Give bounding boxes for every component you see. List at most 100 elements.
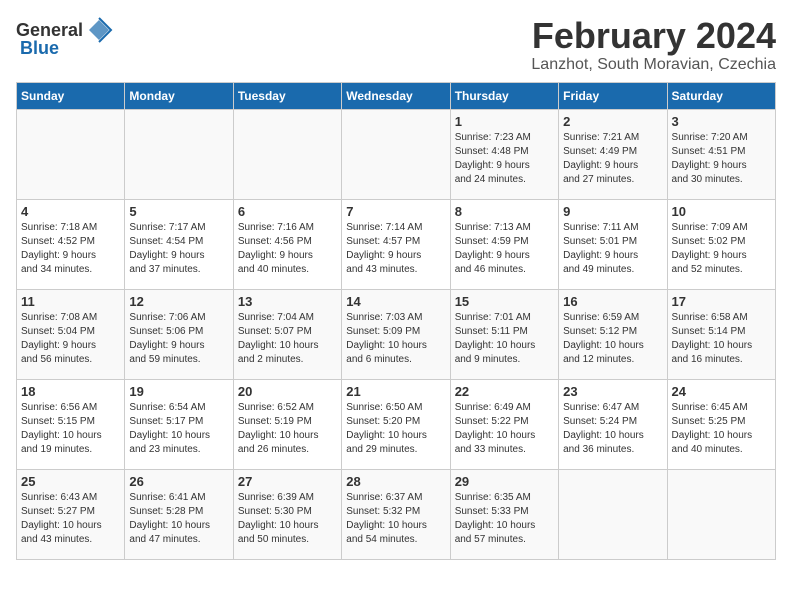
- day-info: Sunrise: 7:18 AM Sunset: 4:52 PM Dayligh…: [21, 221, 120, 277]
- calendar-week-row: 18 Sunrise: 6:56 AM Sunset: 5:15 PM Dayli…: [17, 379, 776, 469]
- calendar-day-cell: 5Sunrise: 7:17 AM Sunset: 4:54 PM Daylig…: [125, 199, 233, 289]
- day-info: Sunrise: 6:50 AM Sunset: 5:20 PM Dayligh…: [346, 401, 445, 457]
- calendar-day-cell: [559, 469, 667, 559]
- calendar-day-cell: [125, 109, 233, 199]
- day-number: 1: [455, 114, 554, 129]
- calendar-table: SundayMondayTuesdayWednesdayThursdayFrid…: [16, 82, 776, 560]
- day-info: Sunrise: 6:35 AM Sunset: 5:33 PM Dayligh…: [455, 491, 554, 547]
- day-number: 23: [563, 384, 662, 399]
- day-info: Sunrise: 7:16 AM Sunset: 4:56 PM Dayligh…: [238, 221, 337, 277]
- day-info: Sunrise: 6:39 AM Sunset: 5:30 PM Dayligh…: [238, 491, 337, 547]
- calendar-header-cell: Tuesday: [233, 82, 341, 109]
- day-number: 17: [672, 294, 771, 309]
- title-block: February 2024 Lanzhot, South Moravian, C…: [531, 16, 776, 74]
- day-number: 8: [455, 204, 554, 219]
- day-number: 2: [563, 114, 662, 129]
- logo-blue-text: Blue: [20, 38, 59, 59]
- day-number: 7: [346, 204, 445, 219]
- calendar-day-cell: 21 Sunrise: 6:50 AM Sunset: 5:20 PM Dayli…: [342, 379, 450, 469]
- day-info: Sunrise: 7:08 AM Sunset: 5:04 PM Dayligh…: [21, 311, 120, 367]
- day-number: 6: [238, 204, 337, 219]
- calendar-day-cell: 23 Sunrise: 6:47 AM Sunset: 5:24 PM Dayli…: [559, 379, 667, 469]
- day-number: 18: [21, 384, 120, 399]
- day-info: Sunrise: 7:23 AM Sunset: 4:48 PM Dayligh…: [455, 131, 554, 187]
- day-number: 16: [563, 294, 662, 309]
- calendar-day-cell: [233, 109, 341, 199]
- day-info: Sunrise: 7:04 AM Sunset: 5:07 PM Dayligh…: [238, 311, 337, 367]
- day-info: Sunrise: 7:09 AM Sunset: 5:02 PM Dayligh…: [672, 221, 771, 277]
- calendar-day-cell: 22Sunrise: 6:49 AM Sunset: 5:22 PM Dayli…: [450, 379, 558, 469]
- day-number: 14: [346, 294, 445, 309]
- calendar-day-cell: 6 Sunrise: 7:16 AM Sunset: 4:56 PM Daylig…: [233, 199, 341, 289]
- page-subtitle: Lanzhot, South Moravian, Czechia: [531, 56, 776, 74]
- calendar-week-row: 25Sunrise: 6:43 AM Sunset: 5:27 PM Dayli…: [17, 469, 776, 559]
- day-number: 28: [346, 474, 445, 489]
- day-number: 11: [21, 294, 120, 309]
- calendar-day-cell: 26 Sunrise: 6:41 AM Sunset: 5:28 PM Dayli…: [125, 469, 233, 559]
- calendar-day-cell: 29Sunrise: 6:35 AM Sunset: 5:33 PM Dayli…: [450, 469, 558, 559]
- calendar-day-cell: 2 Sunrise: 7:21 AM Sunset: 4:49 PM Daylig…: [559, 109, 667, 199]
- day-info: Sunrise: 6:58 AM Sunset: 5:14 PM Dayligh…: [672, 311, 771, 367]
- calendar-day-cell: 20Sunrise: 6:52 AM Sunset: 5:19 PM Dayli…: [233, 379, 341, 469]
- day-number: 21: [346, 384, 445, 399]
- calendar-week-row: 1 Sunrise: 7:23 AM Sunset: 4:48 PM Daylig…: [17, 109, 776, 199]
- calendar-day-cell: 1 Sunrise: 7:23 AM Sunset: 4:48 PM Daylig…: [450, 109, 558, 199]
- calendar-day-cell: 12Sunrise: 7:06 AM Sunset: 5:06 PM Dayli…: [125, 289, 233, 379]
- day-number: 13: [238, 294, 337, 309]
- day-info: Sunrise: 6:41 AM Sunset: 5:28 PM Dayligh…: [129, 491, 228, 547]
- calendar-day-cell: 9 Sunrise: 7:11 AM Sunset: 5:01 PM Daylig…: [559, 199, 667, 289]
- calendar-day-cell: 7 Sunrise: 7:14 AM Sunset: 4:57 PM Daylig…: [342, 199, 450, 289]
- day-info: Sunrise: 7:13 AM Sunset: 4:59 PM Dayligh…: [455, 221, 554, 277]
- header: General Blue February 2024 Lanzhot, Sout…: [16, 16, 776, 74]
- calendar-day-cell: 8 Sunrise: 7:13 AM Sunset: 4:59 PM Daylig…: [450, 199, 558, 289]
- day-number: 26: [129, 474, 228, 489]
- page-title: February 2024: [531, 16, 776, 56]
- calendar-day-cell: 28Sunrise: 6:37 AM Sunset: 5:32 PM Dayli…: [342, 469, 450, 559]
- day-number: 15: [455, 294, 554, 309]
- day-info: Sunrise: 7:21 AM Sunset: 4:49 PM Dayligh…: [563, 131, 662, 187]
- calendar-day-cell: [667, 469, 775, 559]
- calendar-day-cell: 16 Sunrise: 6:59 AM Sunset: 5:12 PM Dayli…: [559, 289, 667, 379]
- calendar-day-cell: 15 Sunrise: 7:01 AM Sunset: 5:11 PM Dayli…: [450, 289, 558, 379]
- calendar-day-cell: 18 Sunrise: 6:56 AM Sunset: 5:15 PM Dayli…: [17, 379, 125, 469]
- day-number: 4: [21, 204, 120, 219]
- calendar-header-row: SundayMondayTuesdayWednesdayThursdayFrid…: [17, 82, 776, 109]
- calendar-day-cell: 24 Sunrise: 6:45 AM Sunset: 5:25 PM Dayli…: [667, 379, 775, 469]
- day-info: Sunrise: 7:01 AM Sunset: 5:11 PM Dayligh…: [455, 311, 554, 367]
- logo: General Blue: [16, 16, 113, 59]
- day-number: 5: [129, 204, 228, 219]
- day-number: 9: [563, 204, 662, 219]
- day-info: Sunrise: 6:56 AM Sunset: 5:15 PM Dayligh…: [21, 401, 120, 457]
- calendar-header-cell: Saturday: [667, 82, 775, 109]
- day-number: 25: [21, 474, 120, 489]
- day-number: 27: [238, 474, 337, 489]
- day-number: 19: [129, 384, 228, 399]
- day-info: Sunrise: 7:11 AM Sunset: 5:01 PM Dayligh…: [563, 221, 662, 277]
- day-info: Sunrise: 7:20 AM Sunset: 4:51 PM Dayligh…: [672, 131, 771, 187]
- day-info: Sunrise: 6:52 AM Sunset: 5:19 PM Dayligh…: [238, 401, 337, 457]
- day-info: Sunrise: 6:59 AM Sunset: 5:12 PM Dayligh…: [563, 311, 662, 367]
- calendar-week-row: 11 Sunrise: 7:08 AM Sunset: 5:04 PM Dayli…: [17, 289, 776, 379]
- calendar-header-cell: Wednesday: [342, 82, 450, 109]
- day-number: 24: [672, 384, 771, 399]
- day-info: Sunrise: 6:45 AM Sunset: 5:25 PM Dayligh…: [672, 401, 771, 457]
- calendar-header-cell: Thursday: [450, 82, 558, 109]
- calendar-day-cell: 17 Sunrise: 6:58 AM Sunset: 5:14 PM Dayli…: [667, 289, 775, 379]
- calendar-day-cell: 19 Sunrise: 6:54 AM Sunset: 5:17 PM Dayli…: [125, 379, 233, 469]
- calendar-week-row: 4 Sunrise: 7:18 AM Sunset: 4:52 PM Daylig…: [17, 199, 776, 289]
- day-number: 10: [672, 204, 771, 219]
- day-info: Sunrise: 7:14 AM Sunset: 4:57 PM Dayligh…: [346, 221, 445, 277]
- calendar-day-cell: 13 Sunrise: 7:04 AM Sunset: 5:07 PM Dayli…: [233, 289, 341, 379]
- calendar-day-cell: 25Sunrise: 6:43 AM Sunset: 5:27 PM Dayli…: [17, 469, 125, 559]
- day-info: Sunrise: 6:54 AM Sunset: 5:17 PM Dayligh…: [129, 401, 228, 457]
- logo-icon: [85, 16, 113, 44]
- day-info: Sunrise: 6:47 AM Sunset: 5:24 PM Dayligh…: [563, 401, 662, 457]
- day-info: Sunrise: 6:49 AM Sunset: 5:22 PM Dayligh…: [455, 401, 554, 457]
- calendar-body: 1 Sunrise: 7:23 AM Sunset: 4:48 PM Daylig…: [17, 109, 776, 559]
- calendar-day-cell: [17, 109, 125, 199]
- day-number: 3: [672, 114, 771, 129]
- day-info: Sunrise: 7:03 AM Sunset: 5:09 PM Dayligh…: [346, 311, 445, 367]
- calendar-day-cell: 11 Sunrise: 7:08 AM Sunset: 5:04 PM Dayli…: [17, 289, 125, 379]
- calendar-day-cell: 3 Sunrise: 7:20 AM Sunset: 4:51 PM Daylig…: [667, 109, 775, 199]
- calendar-day-cell: 4 Sunrise: 7:18 AM Sunset: 4:52 PM Daylig…: [17, 199, 125, 289]
